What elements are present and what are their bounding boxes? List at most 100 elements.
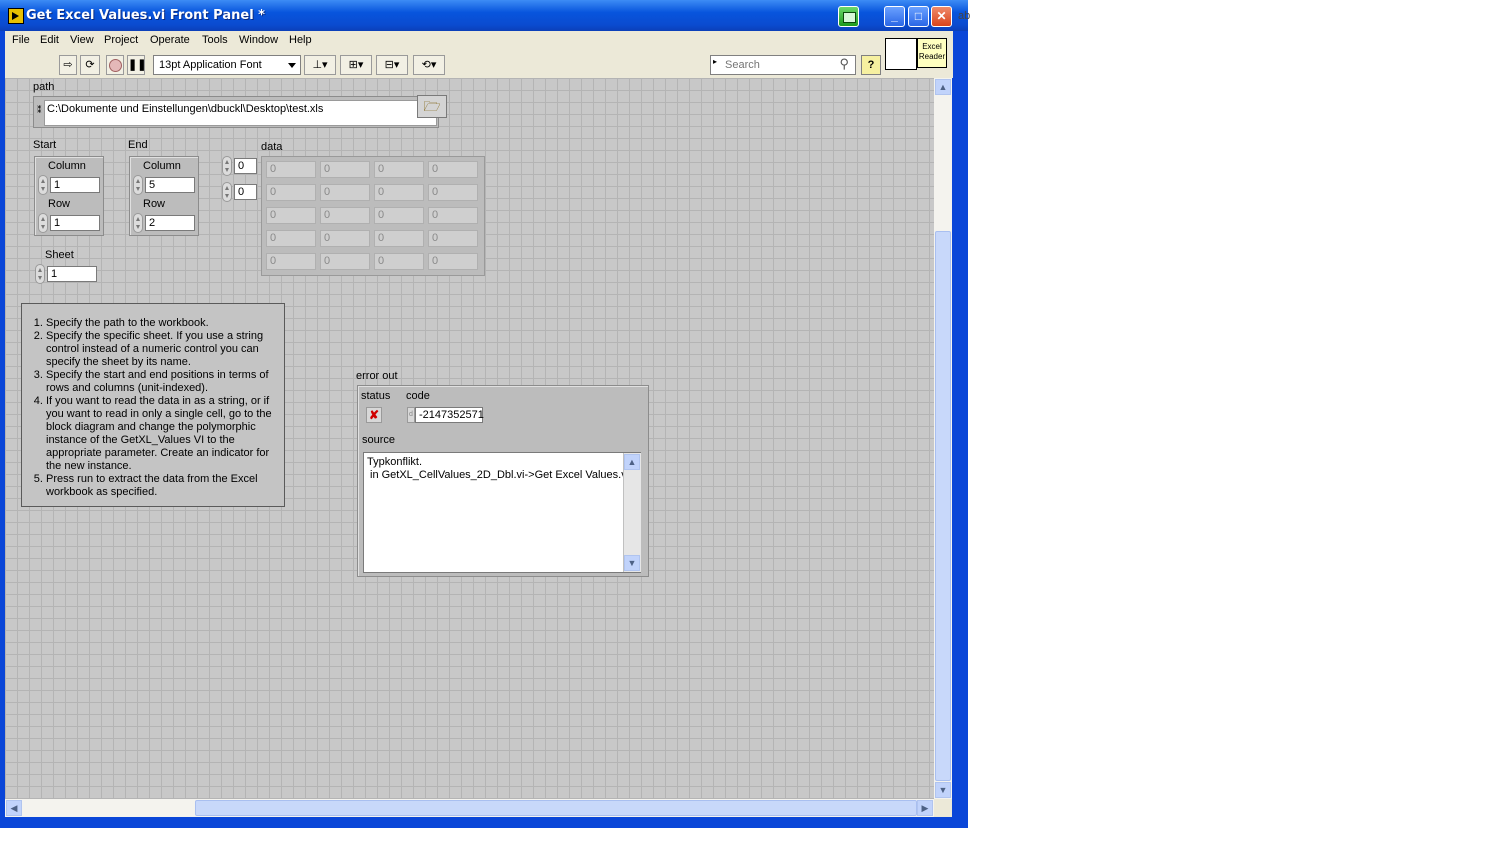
end-column-input[interactable]: 5 bbox=[145, 177, 195, 193]
toolbar: ⇨ ⟳ ❚❚ 13pt Application Font ⊥▾ ⊞▾ ⊟▾ ⟲▾… bbox=[5, 51, 885, 79]
scroll-up-button[interactable]: ▲ bbox=[935, 79, 951, 95]
title-bar[interactable]: Get Excel Values.vi Front Panel * _ □ ✕ bbox=[0, 0, 968, 31]
distribute-objects-button[interactable]: ⊞▾ bbox=[340, 55, 372, 75]
context-help-button[interactable]: ? bbox=[861, 55, 881, 75]
menu-file[interactable]: File bbox=[12, 34, 30, 46]
menu-tools[interactable]: Tools bbox=[202, 34, 228, 46]
source-scrollbar[interactable]: ▲ ▼ bbox=[623, 453, 641, 572]
search-icon[interactable]: ⚲ bbox=[839, 56, 849, 72]
minimize-button[interactable]: _ bbox=[884, 6, 905, 27]
scroll-up-button[interactable]: ▲ bbox=[624, 454, 640, 470]
menu-help[interactable]: Help bbox=[289, 34, 312, 46]
start-column-input[interactable]: 1 bbox=[50, 177, 100, 193]
run-button[interactable]: ⇨ bbox=[59, 55, 77, 75]
folder-open-icon: 🗁 bbox=[423, 98, 441, 114]
browse-button[interactable]: 🗁 bbox=[417, 95, 447, 118]
align-objects-icon: ⊥▾ bbox=[312, 59, 328, 71]
scroll-left-button[interactable]: ◀ bbox=[6, 800, 22, 816]
data-cell: 0 bbox=[428, 230, 478, 247]
data-cell: 0 bbox=[320, 161, 370, 178]
resize-grip[interactable] bbox=[934, 799, 952, 817]
instruction-item: Specify the specific sheet. If you use a… bbox=[46, 330, 284, 369]
run-continuously-button[interactable]: ⟳ bbox=[80, 55, 100, 75]
horizontal-scroll-thumb[interactable] bbox=[195, 800, 917, 816]
start-column-stepper[interactable] bbox=[38, 175, 48, 195]
window-title: Get Excel Values.vi Front Panel * bbox=[26, 8, 265, 23]
sheet-stepper[interactable] bbox=[35, 264, 45, 284]
horizontal-scrollbar[interactable]: ◀ ▶ bbox=[5, 799, 934, 817]
abort-button[interactable] bbox=[106, 55, 124, 75]
align-objects-button[interactable]: ⊥▾ bbox=[304, 55, 336, 75]
data-col-index-stepper[interactable] bbox=[222, 182, 232, 202]
status-label: status bbox=[361, 390, 391, 402]
source-label: source bbox=[362, 434, 396, 446]
background-window-text: ab bbox=[958, 10, 971, 22]
scroll-right-button[interactable]: ▶ bbox=[917, 800, 933, 816]
reorder-button[interactable]: ⟲▾ bbox=[413, 55, 445, 75]
resize-objects-button[interactable]: ⊟▾ bbox=[376, 55, 408, 75]
pause-button[interactable]: ❚❚ bbox=[127, 55, 147, 75]
menu-window[interactable]: Window bbox=[239, 34, 278, 46]
end-row-label: Row bbox=[143, 198, 166, 210]
data-col-index[interactable]: 0 bbox=[234, 184, 257, 200]
close-icon: ✕ bbox=[936, 9, 947, 23]
pause-icon: ❚❚ bbox=[128, 59, 147, 71]
help-icon: ? bbox=[867, 59, 875, 71]
data-cell: 0 bbox=[320, 184, 370, 201]
data-cell: 0 bbox=[266, 161, 316, 178]
code-value: -2147352571 bbox=[415, 407, 484, 423]
resize-objects-icon: ⊟▾ bbox=[384, 59, 400, 71]
end-column-label: Column bbox=[143, 160, 181, 172]
data-row-index[interactable]: 0 bbox=[234, 158, 257, 174]
end-row-stepper[interactable] bbox=[133, 213, 143, 233]
instruction-item: Specify the start and end positions in t… bbox=[46, 369, 284, 395]
vertical-scroll-thumb[interactable] bbox=[935, 231, 951, 781]
menu-project[interactable]: Project bbox=[104, 34, 138, 46]
code-label: code bbox=[406, 390, 430, 402]
end-cluster: Column 5 Row 2 bbox=[129, 156, 199, 236]
sheet-input[interactable]: 1 bbox=[47, 266, 97, 282]
labview-vi-icon[interactable] bbox=[8, 8, 24, 24]
maximize-button[interactable]: □ bbox=[908, 6, 929, 27]
reorder-icon: ⟲▾ bbox=[421, 59, 437, 71]
front-panel[interactable]: path ⁑ C:\Dokumente und Einstellungen\db… bbox=[5, 78, 934, 799]
search-box[interactable]: ▸ ⚲ bbox=[710, 55, 856, 75]
search-options-icon[interactable]: ▸ bbox=[713, 57, 717, 66]
path-input[interactable]: C:\Dokumente und Einstellungen\dbuckl\De… bbox=[44, 100, 437, 126]
data-row-index-stepper[interactable] bbox=[222, 156, 232, 176]
data-cell: 0 bbox=[266, 184, 316, 201]
scroll-down-button[interactable]: ▼ bbox=[624, 555, 640, 571]
search-input[interactable] bbox=[725, 57, 825, 73]
start-column-label: Column bbox=[48, 160, 86, 172]
data-cell: 0 bbox=[320, 253, 370, 270]
data-cell: 0 bbox=[374, 207, 424, 224]
data-array: 0 0 0 0 0 0 0 0 0 0 0 0 0 0 0 0 0 0 0 0 bbox=[261, 156, 485, 276]
end-column-stepper[interactable] bbox=[133, 175, 143, 195]
menu-view[interactable]: View bbox=[70, 34, 94, 46]
data-cell: 0 bbox=[266, 253, 316, 270]
instruction-item: Press run to extract the data from the E… bbox=[46, 473, 284, 499]
start-row-input[interactable]: 1 bbox=[50, 215, 100, 231]
start-cluster: Column 1 Row 1 bbox=[34, 156, 104, 236]
icon-pane: Excel Reader bbox=[885, 31, 953, 78]
excel-reader-icon[interactable]: Excel Reader bbox=[917, 38, 947, 68]
stop-icon bbox=[108, 58, 122, 72]
data-cell: 0 bbox=[428, 253, 478, 270]
scroll-down-button[interactable]: ▼ bbox=[935, 782, 951, 798]
source-line: Typkonflikt. bbox=[367, 456, 423, 468]
path-type-icon: ⁑ bbox=[37, 105, 42, 115]
connector-pane-icon[interactable] bbox=[885, 38, 917, 70]
menu-operate[interactable]: Operate bbox=[150, 34, 190, 46]
start-row-stepper[interactable] bbox=[38, 213, 48, 233]
close-button[interactable]: ✕ bbox=[931, 6, 952, 27]
vertical-scrollbar[interactable]: ▲ ▼ bbox=[934, 78, 952, 799]
run-arrow-icon: ⇨ bbox=[63, 59, 73, 71]
labview-status-icon[interactable] bbox=[838, 6, 859, 27]
distribute-objects-icon: ⊞▾ bbox=[348, 59, 364, 71]
chevron-down-icon bbox=[288, 63, 296, 68]
end-row-input[interactable]: 2 bbox=[145, 215, 195, 231]
menu-edit[interactable]: Edit bbox=[40, 34, 59, 46]
data-cell: 0 bbox=[428, 184, 478, 201]
font-select[interactable]: 13pt Application Font bbox=[153, 55, 301, 75]
instruction-item: Specify the path to the workbook. bbox=[46, 317, 284, 330]
